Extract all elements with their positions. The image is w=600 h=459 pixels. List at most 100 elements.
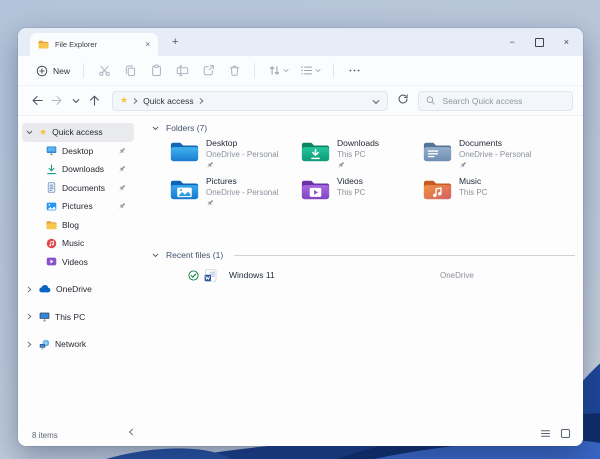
view-button[interactable]	[294, 64, 326, 77]
address-dropdown-button[interactable]	[372, 92, 380, 110]
rename-icon	[176, 65, 188, 76]
sidebar-item-network[interactable]: Network	[22, 335, 134, 354]
item-count: 8 items	[32, 430, 58, 440]
chevron-down-icon[interactable]	[24, 130, 34, 135]
downloads-folder-icon	[301, 142, 330, 162]
navigation-pane: ★ Quick access Desktop Downloads Documen…	[18, 116, 138, 424]
music-icon	[46, 238, 57, 249]
folder-tile-music[interactable]: Music This PC	[423, 176, 549, 202]
folder-tile-pictures[interactable]: Pictures OneDrive - Personal	[170, 176, 296, 207]
more-options-button[interactable]	[341, 64, 367, 77]
chevron-right-icon	[133, 97, 138, 104]
refresh-icon	[398, 93, 408, 103]
star-icon: ★	[39, 126, 48, 137]
folder-tile-documents[interactable]: Documents OneDrive - Personal	[423, 138, 549, 169]
desktop: File Explorer × + − × New ★ Quick access…	[0, 0, 600, 459]
new-button[interactable]: New	[30, 62, 76, 80]
share-button[interactable]	[195, 64, 221, 77]
chevron-right-icon	[199, 97, 204, 104]
tab-bar: File Explorer × + − ×	[18, 28, 583, 56]
videos-folder-icon	[301, 180, 330, 200]
new-tab-button[interactable]: +	[172, 37, 178, 48]
folder-location: OneDrive - Personal	[206, 187, 279, 197]
refresh-button[interactable]	[397, 92, 409, 110]
search-input[interactable]	[440, 94, 565, 107]
command-bar: New	[18, 56, 583, 86]
toolbar-separator	[83, 63, 85, 78]
documents-folder-icon	[423, 142, 452, 162]
sort-icon	[269, 66, 279, 75]
desktop-icon	[46, 146, 57, 156]
sort-button[interactable]	[262, 64, 294, 77]
pc-icon	[39, 312, 50, 322]
forward-button[interactable]	[47, 94, 66, 107]
tab-close-icon[interactable]: ×	[145, 40, 150, 49]
recent-locations-button[interactable]	[66, 98, 85, 104]
folder-tile-downloads[interactable]: Downloads This PC	[301, 138, 427, 169]
delete-icon	[229, 65, 239, 76]
sync-status-icon	[188, 269, 199, 281]
file-name: Windows 11	[229, 270, 275, 280]
search-box[interactable]	[418, 90, 573, 111]
sidebar-item-music[interactable]: Music	[22, 234, 134, 253]
sidebar-item-documents[interactable]: Documents	[22, 179, 134, 198]
sidebar-item-onedrive[interactable]: OneDrive	[22, 280, 134, 299]
pictures-folder-icon	[170, 180, 199, 200]
quick-access-star-icon: ★	[120, 95, 129, 105]
desktop-folder-icon	[170, 142, 199, 162]
pin-icon	[338, 162, 344, 168]
details-view-icon[interactable]	[540, 428, 551, 439]
chevron-left-icon[interactable]	[128, 428, 134, 438]
view-icon	[300, 66, 312, 75]
documents-icon	[47, 182, 56, 193]
sidebar-item-videos[interactable]: Videos	[22, 253, 134, 272]
folder-icon	[46, 220, 57, 229]
explorer-body: ★ Quick access Desktop Downloads Documen…	[18, 116, 583, 424]
cut-button[interactable]	[91, 64, 117, 77]
back-button[interactable]	[28, 94, 47, 107]
up-button[interactable]	[85, 94, 104, 107]
paste-icon	[151, 64, 161, 77]
chevron-down-icon	[283, 69, 289, 73]
chevron-right-icon[interactable]	[24, 313, 34, 320]
delete-button[interactable]	[221, 64, 247, 77]
address-bar: ★ Quick access	[18, 86, 583, 116]
videos-icon	[46, 257, 57, 266]
pin-icon	[118, 147, 126, 157]
folders-section-header[interactable]: Folders (7)	[152, 123, 207, 133]
tab-file-explorer[interactable]: File Explorer ×	[30, 33, 158, 56]
paste-button[interactable]	[143, 64, 169, 77]
pin-icon	[118, 165, 126, 175]
section-divider	[234, 255, 575, 256]
sidebar-item-downloads[interactable]: Downloads	[22, 160, 134, 179]
recent-files-section-header[interactable]: Recent files (1)	[152, 250, 223, 260]
folder-location: OneDrive - Personal	[206, 149, 279, 159]
items-view: Folders (7) Desktop OneDrive - Personal	[138, 116, 583, 424]
folder-tile-desktop[interactable]: Desktop OneDrive - Personal	[170, 138, 296, 169]
pictures-icon	[46, 202, 57, 211]
chevron-down-icon	[152, 126, 159, 130]
address-field[interactable]: ★ Quick access	[112, 90, 388, 111]
sidebar-item-desktop[interactable]: Desktop	[22, 142, 134, 161]
copy-button[interactable]	[117, 64, 143, 77]
sidebar-item-quick-access[interactable]: ★ Quick access	[22, 123, 134, 142]
close-button[interactable]: ×	[564, 37, 569, 47]
pin-icon	[460, 162, 466, 168]
more-icon	[349, 69, 360, 72]
new-icon	[36, 65, 48, 76]
folder-tile-videos[interactable]: Videos This PC	[301, 176, 427, 202]
minimize-button[interactable]: −	[509, 37, 514, 47]
chevron-right-icon[interactable]	[24, 341, 34, 348]
tab-title: File Explorer	[55, 40, 98, 49]
breadcrumb[interactable]: Quick access	[143, 96, 194, 106]
large-icons-view-icon[interactable]	[560, 428, 571, 439]
chevron-right-icon[interactable]	[24, 286, 34, 293]
maximize-button[interactable]	[534, 37, 544, 47]
sidebar-item-this-pc[interactable]: This PC	[22, 308, 134, 327]
sidebar-item-blog[interactable]: Blog	[22, 216, 134, 235]
word-document-icon	[204, 269, 217, 281]
rename-button[interactable]	[169, 64, 195, 77]
cut-icon	[98, 65, 110, 76]
sidebar-item-pictures[interactable]: Pictures	[22, 197, 134, 216]
recent-file-row[interactable]: Windows 11 OneDrive	[188, 266, 474, 284]
